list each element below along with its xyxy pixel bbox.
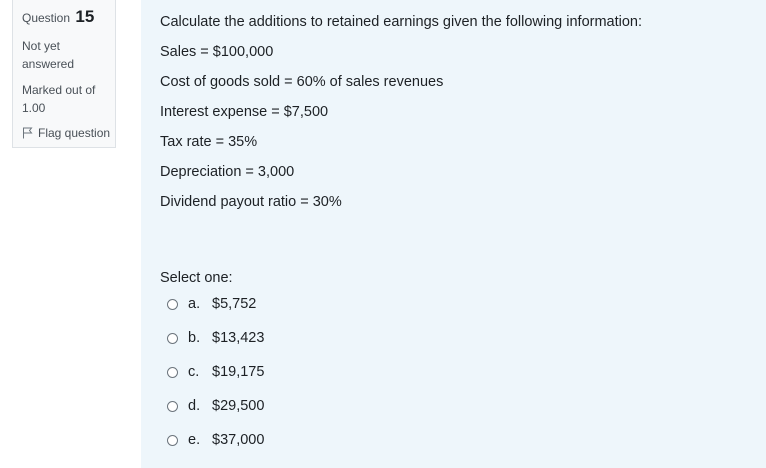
question-content: Calculate the additions to retained earn…	[141, 0, 766, 468]
question-line: Cost of goods sold = 60% of sales revenu…	[160, 74, 444, 90]
option-letter: d.	[188, 398, 201, 414]
radio-button[interactable]	[167, 400, 178, 412]
question-line: Sales = $100,000	[160, 44, 274, 60]
question-info-panel: Question 15 Not yet answered Marked out …	[12, 0, 116, 148]
answer-option-c[interactable]: c. $19,175	[167, 364, 264, 380]
option-text: $29,500	[212, 398, 265, 414]
option-text: $19,175	[212, 364, 265, 380]
option-text: $37,000	[212, 432, 265, 448]
question-line: Tax rate = 35%	[160, 134, 258, 150]
option-letter: e.	[188, 432, 201, 448]
flag-question-label: Flag question	[38, 126, 111, 140]
option-letter: c.	[188, 364, 200, 380]
quiz-page: Question 15 Not yet answered Marked out …	[0, 0, 766, 468]
question-number-value: 15	[75, 7, 95, 26]
answer-option-e[interactable]: e. $37,000	[167, 432, 264, 448]
question-number: Question 15	[22, 7, 115, 27]
question-line: Calculate the additions to retained earn…	[160, 14, 643, 30]
radio-button[interactable]	[167, 298, 178, 310]
option-letter: a.	[188, 296, 201, 312]
question-grade: Marked out of 1.00	[22, 83, 96, 115]
option-letter: b.	[188, 330, 201, 346]
answer-option-b[interactable]: b. $13,423	[167, 330, 264, 346]
answer-option-a[interactable]: a. $5,752	[167, 296, 256, 312]
question-line: Depreciation = 3,000	[160, 164, 295, 180]
option-text: $13,423	[212, 330, 265, 346]
question-label: Question	[22, 11, 71, 25]
radio-button[interactable]	[167, 332, 178, 344]
select-one-prompt: Select one:	[160, 270, 233, 286]
question-line: Interest expense = $7,500	[160, 104, 329, 120]
radio-button[interactable]	[167, 434, 178, 446]
answer-option-d[interactable]: d. $29,500	[167, 398, 264, 414]
question-line: Dividend payout ratio = 30%	[160, 194, 342, 210]
flag-question-link[interactable]: Flag question	[22, 125, 115, 141]
question-state: Not yet answered	[22, 39, 75, 71]
option-text: $5,752	[212, 296, 257, 312]
flag-icon	[23, 127, 33, 139]
radio-button[interactable]	[167, 366, 178, 378]
